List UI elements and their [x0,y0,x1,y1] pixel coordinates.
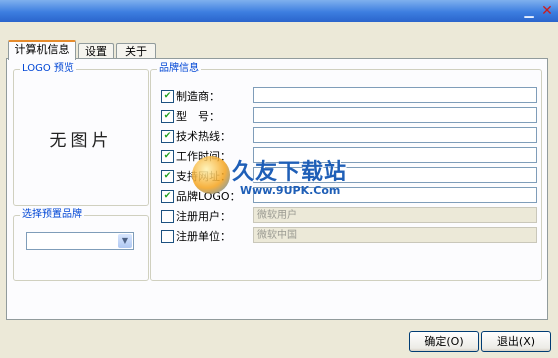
logo-preview-group: LOGO 预览 无图片 [13,62,149,206]
preset-brand-group: 选择预置品牌 ▼ [13,208,149,281]
brand-row-input[interactable] [253,107,537,123]
brand-row-checkbox[interactable]: ✔ [161,90,174,103]
brand-row-label: 注册用户： [176,210,231,223]
preset-brand-title: 选择预置品牌 [20,208,84,222]
ok-button[interactable]: 确定(O) [409,331,479,352]
brand-row-checkbox[interactable]: ✔ [161,110,174,123]
brand-row-label: 技术热线： [176,130,231,143]
brand-row-label: 注册单位： [176,230,231,243]
watermark-url: Www.9UPK.Com [240,184,341,197]
brand-row-input[interactable] [253,87,537,103]
brand-row-checkbox[interactable] [161,210,174,223]
title-bar: ▁ ✕ [0,0,558,22]
exit-button[interactable]: 退出(X) [481,331,551,352]
brand-info-title: 品牌信息 [157,62,201,76]
watermark-title: 久友下载站 [232,160,348,185]
brand-row-label: 型 号： [176,110,220,123]
minimize-icon[interactable]: ▁ [522,4,536,18]
watermark-logo-icon [192,156,230,194]
brand-row-input[interactable] [253,127,537,143]
logo-preview-title: LOGO 预览 [20,62,76,76]
brand-row-checkbox[interactable]: ✔ [161,170,174,183]
brand-row-checkbox[interactable]: ✔ [161,150,174,163]
brand-row-checkbox[interactable]: ✔ [161,130,174,143]
no-image-text: 无图片 [49,131,113,151]
brand-row-label: 制造商： [176,90,220,103]
brand-row-checkbox[interactable]: ✔ [161,190,174,203]
brand-row-checkbox[interactable] [161,230,174,243]
watermark: 久友下载站 Www.9UPK.Com [192,148,368,210]
brand-row-input[interactable]: 微软中国 [253,227,537,243]
chevron-down-icon[interactable]: ▼ [118,234,132,248]
tab-computer-info[interactable]: 计算机信息 [8,40,76,60]
close-icon[interactable]: ✕ [540,4,554,18]
preset-brand-select[interactable]: ▼ [26,232,134,250]
